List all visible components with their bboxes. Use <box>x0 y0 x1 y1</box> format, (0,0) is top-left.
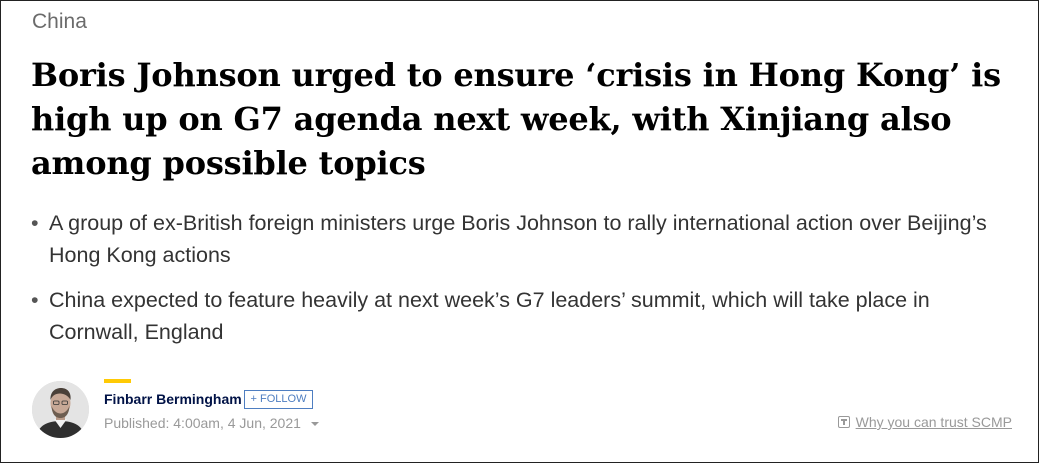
trust-link-label: Why you can trust SCMP <box>855 414 1012 430</box>
section-label[interactable]: China <box>32 10 87 34</box>
bullet-icon: • <box>31 288 39 312</box>
author-avatar[interactable] <box>32 381 89 438</box>
summary-text: A group of ex-British foreign ministers … <box>49 211 987 267</box>
summary-item: • A group of ex-British foreign minister… <box>31 207 1021 271</box>
follow-button[interactable]: + FOLLOW <box>244 390 313 409</box>
headline: Boris Johnson urged to ensure ‘crisis in… <box>31 56 1001 182</box>
summary-text: China expected to feature heavily at nex… <box>49 288 930 344</box>
published-text: Published: 4:00am, 4 Jun, 2021 <box>104 415 301 431</box>
summary-item: • China expected to feature heavily at n… <box>31 284 1021 348</box>
summary-list: • A group of ex-British foreign minister… <box>31 207 1021 361</box>
avatar-portrait-icon <box>32 381 89 438</box>
bullet-icon: • <box>31 211 39 235</box>
trust-badge-icon <box>837 416 850 428</box>
author-name[interactable]: Finbarr Bermingham <box>104 391 242 407</box>
published-date[interactable]: Published: 4:00am, 4 Jun, 2021 <box>104 415 319 431</box>
chevron-down-icon[interactable] <box>310 422 319 427</box>
author-accent-bar <box>104 379 131 383</box>
article-header: China Boris Johnson urged to ensure ‘cri… <box>0 0 1039 463</box>
trust-link[interactable]: Why you can trust SCMP <box>837 414 1012 430</box>
